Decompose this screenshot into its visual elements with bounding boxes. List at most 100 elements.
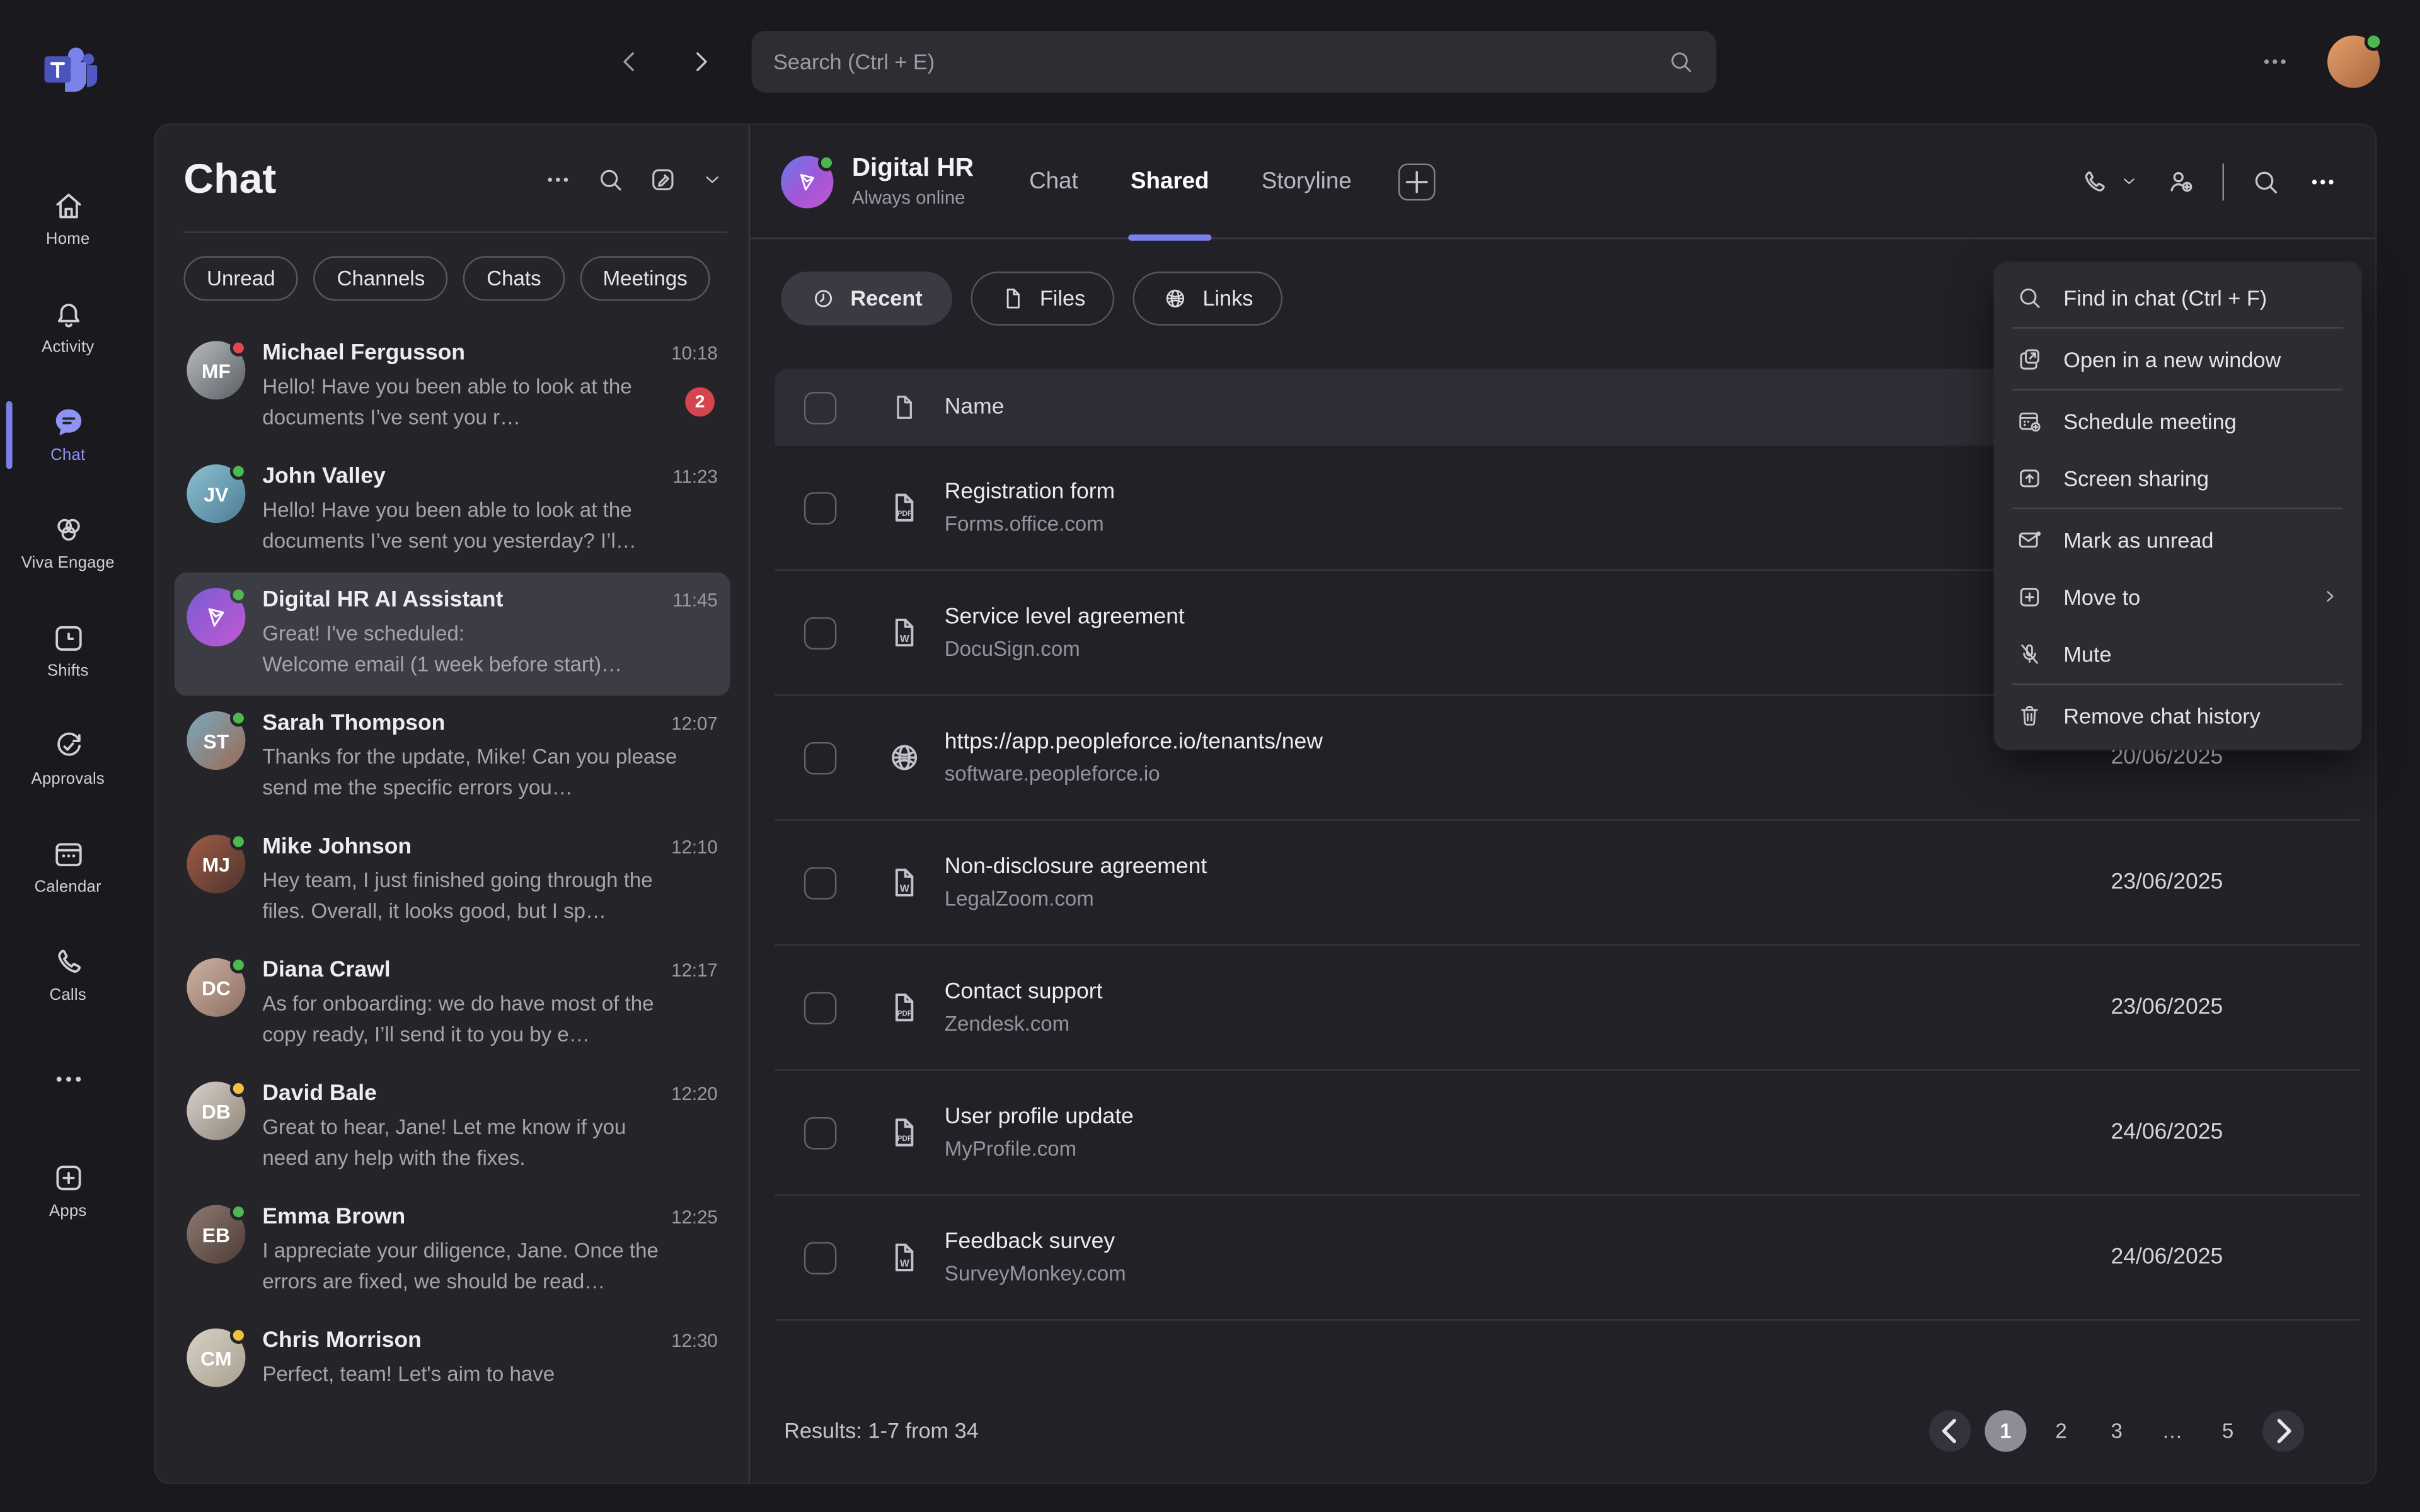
topbar-more-icon[interactable] [2259,46,2290,77]
rail-active-indicator [6,401,13,469]
row-checkbox[interactable] [804,742,836,774]
nav-forward-icon[interactable] [685,46,716,77]
tab-storyline[interactable]: Storyline [1262,124,1352,238]
file-row[interactable]: W Feedback survey SurveyMonkey.com 24/06… [775,1196,2360,1320]
menu-item-remove-chat-history[interactable]: Remove chat history [1994,687,2361,744]
page-button-3[interactable]: 3 [2096,1409,2138,1451]
menu-item-find-in-chat-ctrl-f[interactable]: Find in chat (Ctrl + F) [1994,268,2361,326]
menu-item-screen-sharing[interactable]: Screen sharing [1994,449,2361,507]
conversation-item[interactable]: JV John Valley 11:23 Hello! Have you bee… [175,449,730,573]
conversation-preview: Thanks for the update, Mike! Can you ple… [262,742,717,803]
call-options-chevron-icon[interactable] [2119,171,2139,192]
rail-item-more[interactable] [0,1034,136,1130]
conversation-name: Digital HR AI Assistant [262,588,660,612]
shared-filter-files[interactable]: Files [971,271,1115,325]
nav-back-icon[interactable] [614,46,645,77]
unread-badge: 2 [685,387,715,417]
chat-filter-chip-channels[interactable]: Channels [314,256,448,301]
file-name: User profile update [945,1104,1956,1129]
avatar-initials: EB [202,1223,230,1246]
tab-chat[interactable]: Chat [1029,124,1078,238]
conversation-preview: Hello! Have you been able to look at the… [262,372,717,432]
global-search[interactable] [752,31,1717,93]
row-checkbox[interactable] [804,866,836,898]
rail-item-approvals[interactable]: Approvals [0,710,136,806]
menu-item-open-in-a-new-window[interactable]: Open in a new window [1994,330,2361,387]
user-avatar[interactable] [2327,35,2380,88]
row-checkbox[interactable] [804,1241,836,1273]
conversation-item[interactable]: MF Michael Fergusson 10:18 Hello! Have y… [175,326,730,449]
rail-item-label: Chat [50,445,85,464]
conversation-item[interactable]: EB Emma Brown 12:25 I appreciate your di… [175,1189,730,1313]
add-tab-button[interactable] [1398,163,1435,200]
rail-item-label: Calls [50,985,86,1004]
name-column-header: Name [945,395,1005,420]
add-people-icon[interactable] [2165,166,2196,197]
chat-list-panel: Chat UnreadChannelsChatsMeetings MF Mich… [156,125,748,1482]
rail-item-apps[interactable]: Apps [0,1142,136,1237]
conversation-item[interactable]: MJ Mike Johnson 12:10 Hey team, I just f… [175,819,730,942]
call-icon[interactable] [2079,166,2110,197]
row-checkbox[interactable] [804,1116,836,1148]
shared-filter-recent[interactable]: Recent [781,271,952,325]
file-row[interactable]: W Non-disclosure agreement LegalZoom.com… [775,821,2360,946]
conversation-name: Emma Brown [262,1205,659,1230]
rail-item-activity[interactable]: Activity [0,278,136,374]
menu-item-schedule-meeting[interactable]: Schedule meeting [1994,392,2361,449]
file-name: Contact support [945,980,1956,1004]
rail-item-shifts[interactable]: Shifts [0,602,136,697]
rail-item-icon [50,835,86,871]
pill-label: Recent [850,285,922,310]
conversation-name: Michael Fergusson [262,341,659,365]
chat-filter-chip-meetings[interactable]: Meetings [580,256,711,301]
conversation-item[interactable]: ST Sarah Thompson 12:07 Thanks for the u… [175,696,730,819]
chat-options-icon[interactable] [2307,166,2338,197]
tab-shared[interactable]: Shared [1131,124,1209,238]
row-checkbox[interactable] [804,991,836,1023]
page-button-1[interactable]: 1 [1985,1409,2026,1451]
prev-page-button[interactable] [1929,1409,1971,1451]
menu-item-mute[interactable]: Mute [1994,625,2361,682]
avatar: ST [187,711,245,770]
menu-divider [2012,389,2342,390]
conversation-item[interactable]: CM Chris Morrison 12:30 Perfect, team! L… [175,1313,730,1436]
find-in-chat-icon[interactable] [2250,166,2281,197]
new-chat-icon[interactable] [648,165,678,195]
shared-filter-links[interactable]: Links [1133,271,1282,325]
rail-item-calendar[interactable]: Calendar [0,818,136,914]
file-type-icon: PDF [886,1114,923,1151]
next-page-button[interactable] [2262,1409,2304,1451]
chat-title: Digital HR [852,154,974,184]
select-all-checkbox[interactable] [804,391,836,423]
page-button-5[interactable]: 5 [2207,1409,2249,1451]
presence-badge [230,463,247,480]
presence-badge [230,587,247,604]
menu-item-move-to[interactable]: Move to [1994,568,2361,625]
file-row[interactable]: PDF Contact support Zendesk.com 23/06/20… [775,946,2360,1070]
chat-search-icon[interactable] [596,165,625,195]
row-checkbox[interactable] [804,491,836,524]
rail-item-home[interactable]: Home [0,169,136,265]
chat-filter-chip-chats[interactable]: Chats [463,256,564,301]
conversation-item[interactable]: DB David Bale 12:20 Great to hear, Jane!… [175,1066,730,1189]
page-button-2[interactable]: 2 [2041,1409,2082,1451]
svg-text:PDF: PDF [897,1009,913,1017]
avatar [187,588,245,646]
rail-item-chat[interactable]: Chat [0,386,136,481]
menu-item-mark-as-unread[interactable]: Mark as unread [1994,511,2361,568]
row-checkbox[interactable] [804,616,836,648]
search-input[interactable] [773,49,1667,74]
rail-item-calls[interactable]: Calls [0,925,136,1021]
file-row[interactable]: PDF User profile update MyProfile.com 24… [775,1071,2360,1196]
user-presence-badge [2365,32,2383,50]
conversation-item[interactable]: Digital HR AI Assistant 11:45 Great! I'v… [175,573,730,696]
chat-filter-chip-unread[interactable]: Unread [183,256,298,301]
conversation-item[interactable]: DC Diana Crawl 12:17 As for onboarding: … [175,942,730,1066]
svg-text:W: W [900,1259,909,1269]
chat-filter-chevron-icon[interactable] [701,168,724,192]
chat-more-icon[interactable] [543,165,573,195]
rail-item-label: Viva Engage [21,553,115,571]
tron-logo-icon [200,602,231,633]
digital-hr-avatar[interactable] [781,155,833,207]
rail-item-viva-engage[interactable]: Viva Engage [0,494,136,590]
